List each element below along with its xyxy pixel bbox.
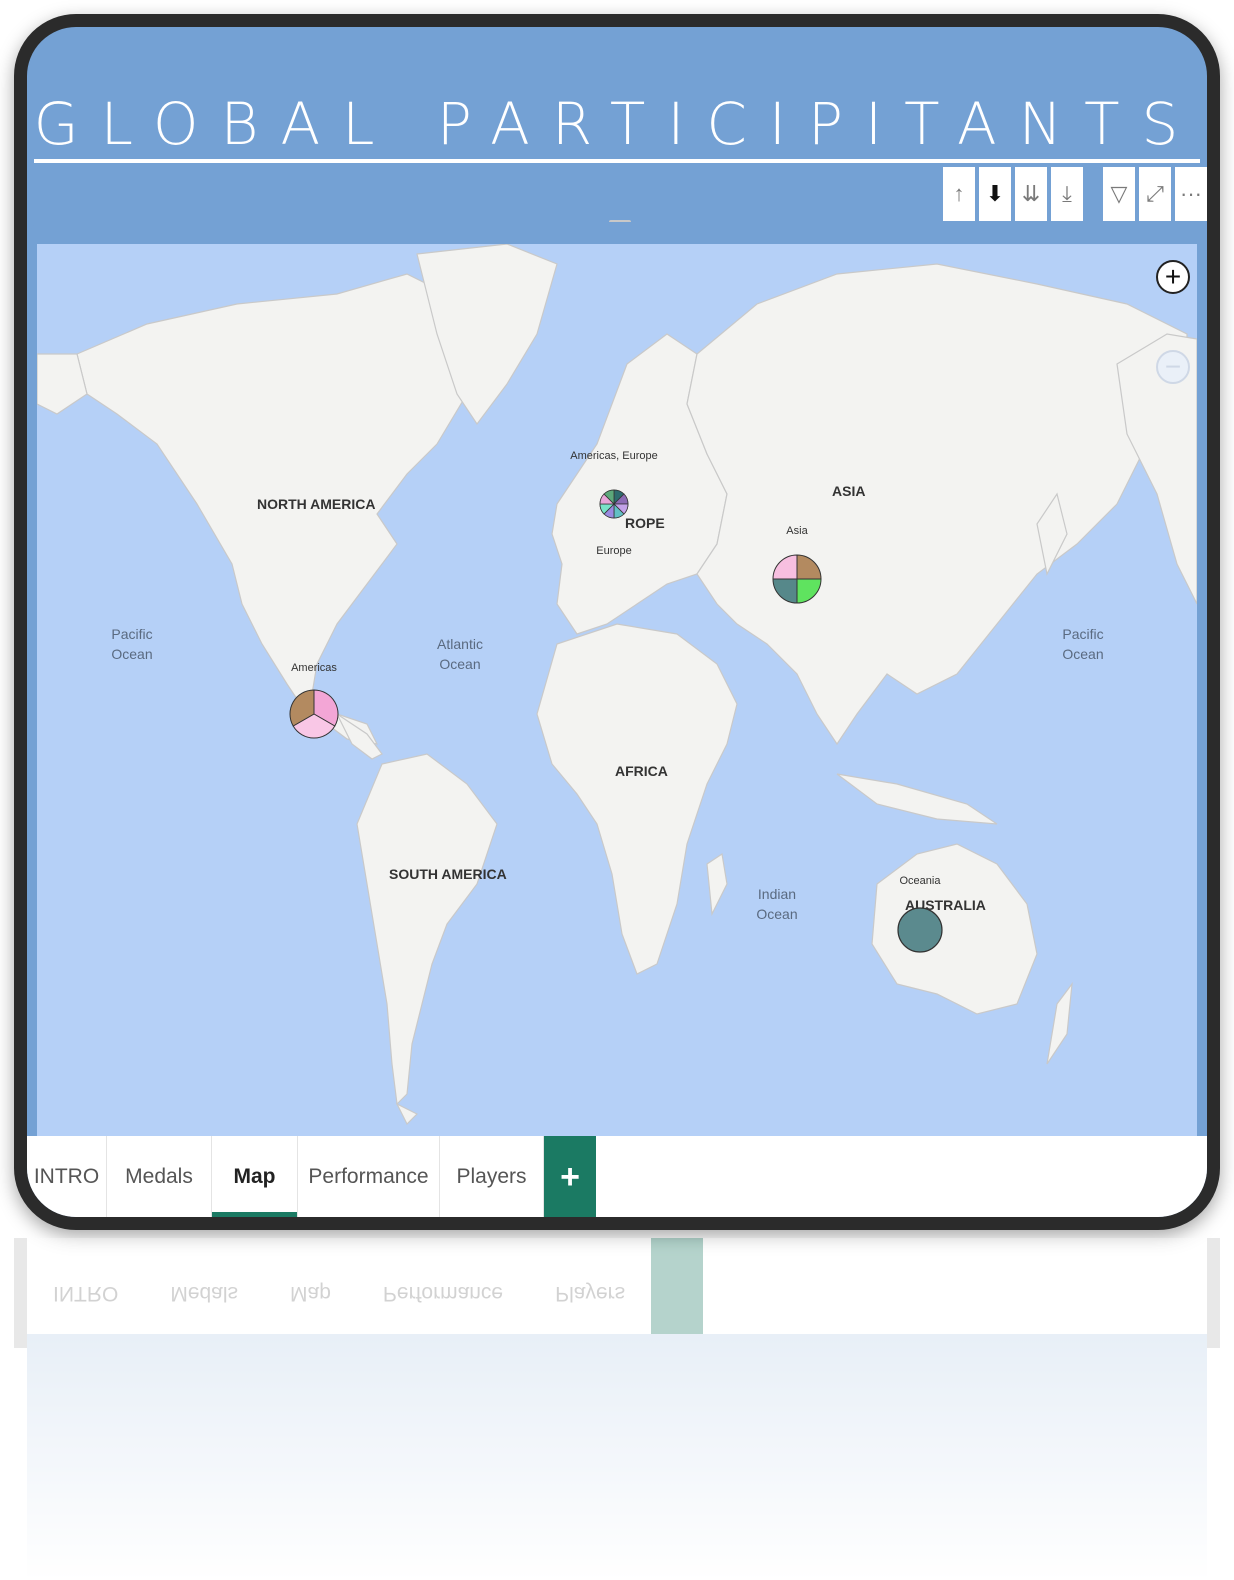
page-tabs: INTRO Medals Map Performance Players + [27,1136,1207,1217]
label-north-america: NORTH AMERICA [257,496,375,512]
reflection-tab-players: Players [555,1282,626,1305]
drill-down-button[interactable]: ⬇ [979,167,1011,221]
world-map[interactable]: NORTH AMERICA SOUTH AMERICA ROPE ASIA AF… [37,244,1197,1144]
pie-label-americas-europe: Americas, Europe [570,450,657,462]
label-pacific-right-2: Ocean [1062,646,1103,662]
tab-intro-label: INTRO [33,1165,100,1188]
expand-hierarchy-icon: ⤓ [1062,181,1072,206]
label-atlantic-1: Atlantic [437,636,483,652]
next-level-icon: ⇊ [1021,181,1041,206]
pie-label-americas: Americas [291,662,337,674]
drill-up-button[interactable]: ↑ [943,167,975,221]
frame-reflection: INTRO Medals Map Performance Players [14,1238,1220,1578]
drill-down-icon: ⬇ [985,181,1005,206]
more-options-icon: ··· [1180,181,1202,206]
map-visual: NORTH AMERICA SOUTH AMERICA ROPE ASIA AF… [29,222,1205,1152]
zoom-out-button[interactable]: − [1156,350,1190,384]
pie-label-europe: Europe [596,545,631,557]
label-pacific-left-1: Pacific [111,626,152,642]
zoom-in-button[interactable]: + [1156,260,1190,294]
zoom-out-icon: − [1164,351,1182,382]
label-atlantic-2: Ocean [439,656,480,672]
reflection-tab-map: Map [290,1282,331,1305]
pie-label-oceania: Oceania [900,875,942,887]
label-africa: AFRICA [615,763,668,779]
tab-players-label: Players [456,1165,527,1188]
reflection-tab-intro: INTRO [53,1282,119,1305]
focus-mode-button[interactable]: ⤢ [1139,167,1171,221]
more-options-button[interactable]: ··· [1175,167,1207,221]
label-indian-2: Ocean [756,906,797,922]
label-europe: ROPE [625,515,665,531]
label-pacific-left-2: Ocean [111,646,152,662]
filter-icon: ▽ [1110,181,1128,206]
reflection-tabs: INTRO Medals Map Performance Players [14,1238,1220,1348]
label-pacific-right-1: Pacific [1062,626,1103,642]
page-title: GLOBAL PARTICIPITANTS [27,89,1207,163]
add-page-button[interactable]: + [544,1136,596,1217]
report-frame: GLOBAL PARTICIPITANTS ↑ ⬇ ⇊ ⤓ ▽ ⤢ ··· NO… [14,14,1220,1230]
pie-oceania[interactable] [897,907,943,953]
tab-medals-label: Medals [125,1165,193,1188]
filter-button[interactable]: ▽ [1103,167,1135,221]
tab-map-label: Map [233,1165,276,1188]
label-indian-1: Indian [758,886,796,902]
tab-performance-label: Performance [308,1165,429,1188]
expand-hierarchy-button[interactable]: ⤓ [1051,167,1083,221]
reflection-map [27,1334,1207,1578]
pie-asia[interactable] [772,554,822,604]
reflection-add-tab [651,1238,704,1348]
pie-label-asia: Asia [786,525,808,537]
pie-europe[interactable] [599,489,629,519]
label-asia: ASIA [832,483,865,499]
pie-americas[interactable] [289,689,339,739]
tab-intro[interactable]: INTRO [27,1136,107,1217]
plus-icon: + [560,1157,580,1196]
tab-medals[interactable]: Medals [107,1136,212,1217]
label-south-america: SOUTH AMERICA [389,866,507,882]
tab-map[interactable]: Map [212,1136,298,1217]
reflection-tab-performance: Performance [382,1282,504,1305]
next-level-button[interactable]: ⇊ [1015,167,1047,221]
focus-mode-icon: ⤢ [1146,181,1164,206]
tab-performance[interactable]: Performance [298,1136,440,1217]
visual-header-toolbar: ↑ ⬇ ⇊ ⤓ ▽ ⤢ ··· [943,167,1207,221]
zoom-in-icon: + [1164,261,1182,292]
page-title-text: GLOBAL PARTICIPITANTS [33,89,1201,163]
tab-players[interactable]: Players [440,1136,544,1217]
drill-up-icon: ↑ [953,181,965,206]
reflection-tab-medals: Medals [170,1282,239,1305]
